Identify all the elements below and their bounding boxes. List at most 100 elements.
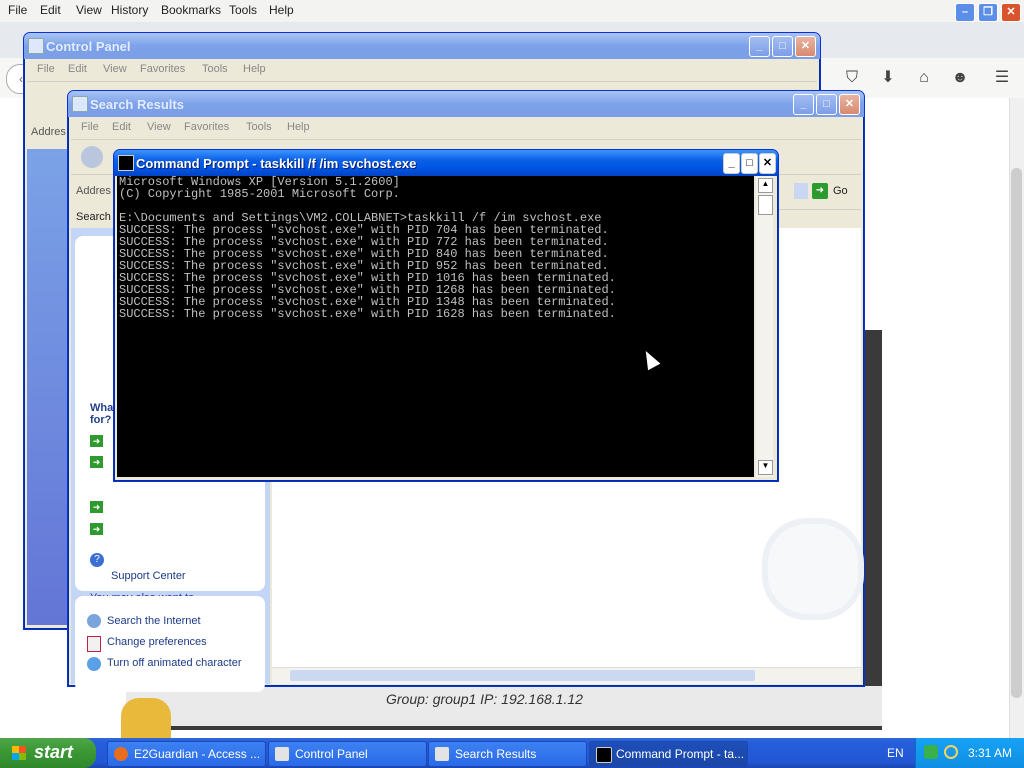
menu-file[interactable]: File [8,3,27,17]
task-e2guardian[interactable]: E2Guardian - Access ... [107,741,266,767]
sr-hscroll-thumb[interactable] [290,670,755,681]
menu-history[interactable]: History [111,3,148,17]
support-center-link[interactable]: Support Center [111,570,186,582]
green-arrow-icon[interactable]: ➜ [90,523,103,535]
sr-menu-file[interactable]: File [81,121,99,133]
firefox-icon [114,747,128,761]
sr-menu-favorites[interactable]: Favorites [184,121,229,133]
pocket-icon[interactable]: ⛉ [842,68,862,88]
cp-menu-file[interactable]: File [37,63,55,75]
sr-menu-help[interactable]: Help [287,121,310,133]
cp-close-button[interactable]: ✕ [795,36,816,57]
sr-horizontal-scrollbar[interactable] [272,667,861,684]
search-results-titlebar[interactable]: Search Results _ □ ✕ [68,91,864,117]
cmd-scrollbar[interactable]: ▲ ▼ [756,176,773,477]
search-results-icon [72,96,88,112]
cp-menu-tools[interactable]: Tools [202,63,228,75]
menu-help[interactable]: Help [269,3,294,17]
browser-menubar: File Edit View History Bookmarks Tools H… [0,0,1024,23]
sr-menu-view[interactable]: View [147,121,171,133]
cp-toolbar: Addres [27,82,67,152]
cp-minimize-button[interactable]: _ [749,36,770,57]
browser-maximize-button[interactable]: ❐ [978,3,998,22]
search-results-task-icon [435,747,449,761]
sr-address-dropdown[interactable] [794,183,808,199]
network-icon[interactable] [924,745,938,759]
for-label: for? [90,414,112,426]
windows-logo-icon [12,746,26,760]
sr-address-label: Addres [76,185,111,197]
cmd-titlebar[interactable]: Command Prompt - taskkill /f /im svchost… [114,150,778,176]
cp-menu-help[interactable]: Help [243,63,266,75]
search-tray-icon[interactable] [944,745,958,759]
menu-edit[interactable]: Edit [40,3,61,17]
green-arrow-icon[interactable]: ➜ [90,501,103,513]
task-command-prompt[interactable]: Command Prompt - ta... [589,741,748,767]
cmd-maximize-button[interactable]: □ [741,153,758,174]
sr-go-button[interactable]: Go [833,185,848,197]
sr-back-button[interactable] [81,146,103,168]
green-arrow-icon[interactable]: ➜ [90,435,103,447]
sr-menu-edit[interactable]: Edit [112,121,131,133]
cmd-scroll-down-arrow[interactable]: ▼ [758,460,773,475]
green-arrow-icon[interactable]: ➜ [90,456,103,468]
search-internet-link[interactable]: Search the Internet [107,615,201,627]
cmd-minimize-button[interactable]: _ [723,153,740,174]
cmd-title: Command Prompt - taskkill /f /im svchost… [136,156,417,171]
group-ip-text: Group: group1 IP: 192.168.1.12 [386,691,583,707]
change-preferences-link[interactable]: Change preferences [107,636,207,648]
home-icon[interactable]: ⌂ [914,68,934,88]
cp-menu-edit[interactable]: Edit [68,63,87,75]
also-want-panel: Search the Internet Change preferences T… [75,596,265,692]
sr-search-label: Search [76,211,111,223]
system-tray: 3:31 AM [915,738,1024,768]
what-label: Wha [90,402,114,414]
language-indicator[interactable]: EN [887,746,904,760]
menu-view[interactable]: View [76,3,102,17]
cmd-scroll-thumb[interactable] [758,195,773,215]
cmd-output[interactable]: Microsoft Windows XP [Version 5.1.2600](… [117,176,754,477]
turn-off-character-link[interactable]: Turn off animated character [107,657,242,669]
control-panel-titlebar[interactable]: Control Panel _ □ ✕ [24,33,820,59]
go-arrow-icon[interactable]: ➜ [812,183,828,199]
cmd-icon [118,155,134,171]
cmd-output-line: SUCCESS: The process "svchost.exe" with … [119,307,616,321]
sr-menu-tools[interactable]: Tools [246,121,272,133]
task-label: Control Panel [295,747,368,761]
remote-info-bar: Group: group1 IP: 192.168.1.12 [126,686,882,726]
control-panel-task-icon [275,747,289,761]
cp-menu-view[interactable]: View [103,63,127,75]
command-prompt-window: Command Prompt - taskkill /f /im svchost… [113,149,779,482]
preferences-icon [87,636,101,652]
animated-character-icon [87,657,101,671]
cmd-output-line: (C) Copyright 1985-2001 Microsoft Corp. [119,187,400,201]
download-icon[interactable]: ⬇ [878,68,898,88]
task-label: E2Guardian - Access ... [134,747,261,761]
cp-menu-favorites[interactable]: Favorites [140,63,185,75]
cmd-task-icon [596,747,612,763]
sr-close-button[interactable]: ✕ [839,94,860,115]
control-panel-title: Control Panel [46,39,131,54]
task-search-results[interactable]: Search Results [428,741,587,767]
browser-close-button[interactable]: ✕ [1001,3,1021,22]
cp-address-label: Addres [31,126,66,138]
browser-scroll-thumb[interactable] [1011,168,1022,698]
cmd-close-button[interactable]: ✕ [759,153,776,174]
sr-maximize-button[interactable]: □ [816,94,837,115]
sr-minimize-button[interactable]: _ [793,94,814,115]
sr-menubar: File Edit View Favorites Tools Help [71,117,861,140]
emoji-icon[interactable]: ☻ [950,68,970,88]
browser-minimize-button[interactable]: – [955,3,975,22]
magnifier-icon [762,518,864,620]
cmd-scroll-up-arrow[interactable]: ▲ [758,178,773,193]
clock: 3:31 AM [968,746,1013,760]
menu-bookmarks[interactable]: Bookmarks [161,3,221,17]
task-control-panel[interactable]: Control Panel [268,741,427,767]
menu-tools[interactable]: Tools [229,3,257,17]
help-icon: ? [90,553,104,567]
start-button[interactable]: start [0,738,96,768]
search-results-title: Search Results [90,97,184,112]
hamburger-menu-icon[interactable]: ☰ [992,68,1012,88]
task-label: Command Prompt - ta... [616,747,745,761]
cp-maximize-button[interactable]: □ [772,36,793,57]
